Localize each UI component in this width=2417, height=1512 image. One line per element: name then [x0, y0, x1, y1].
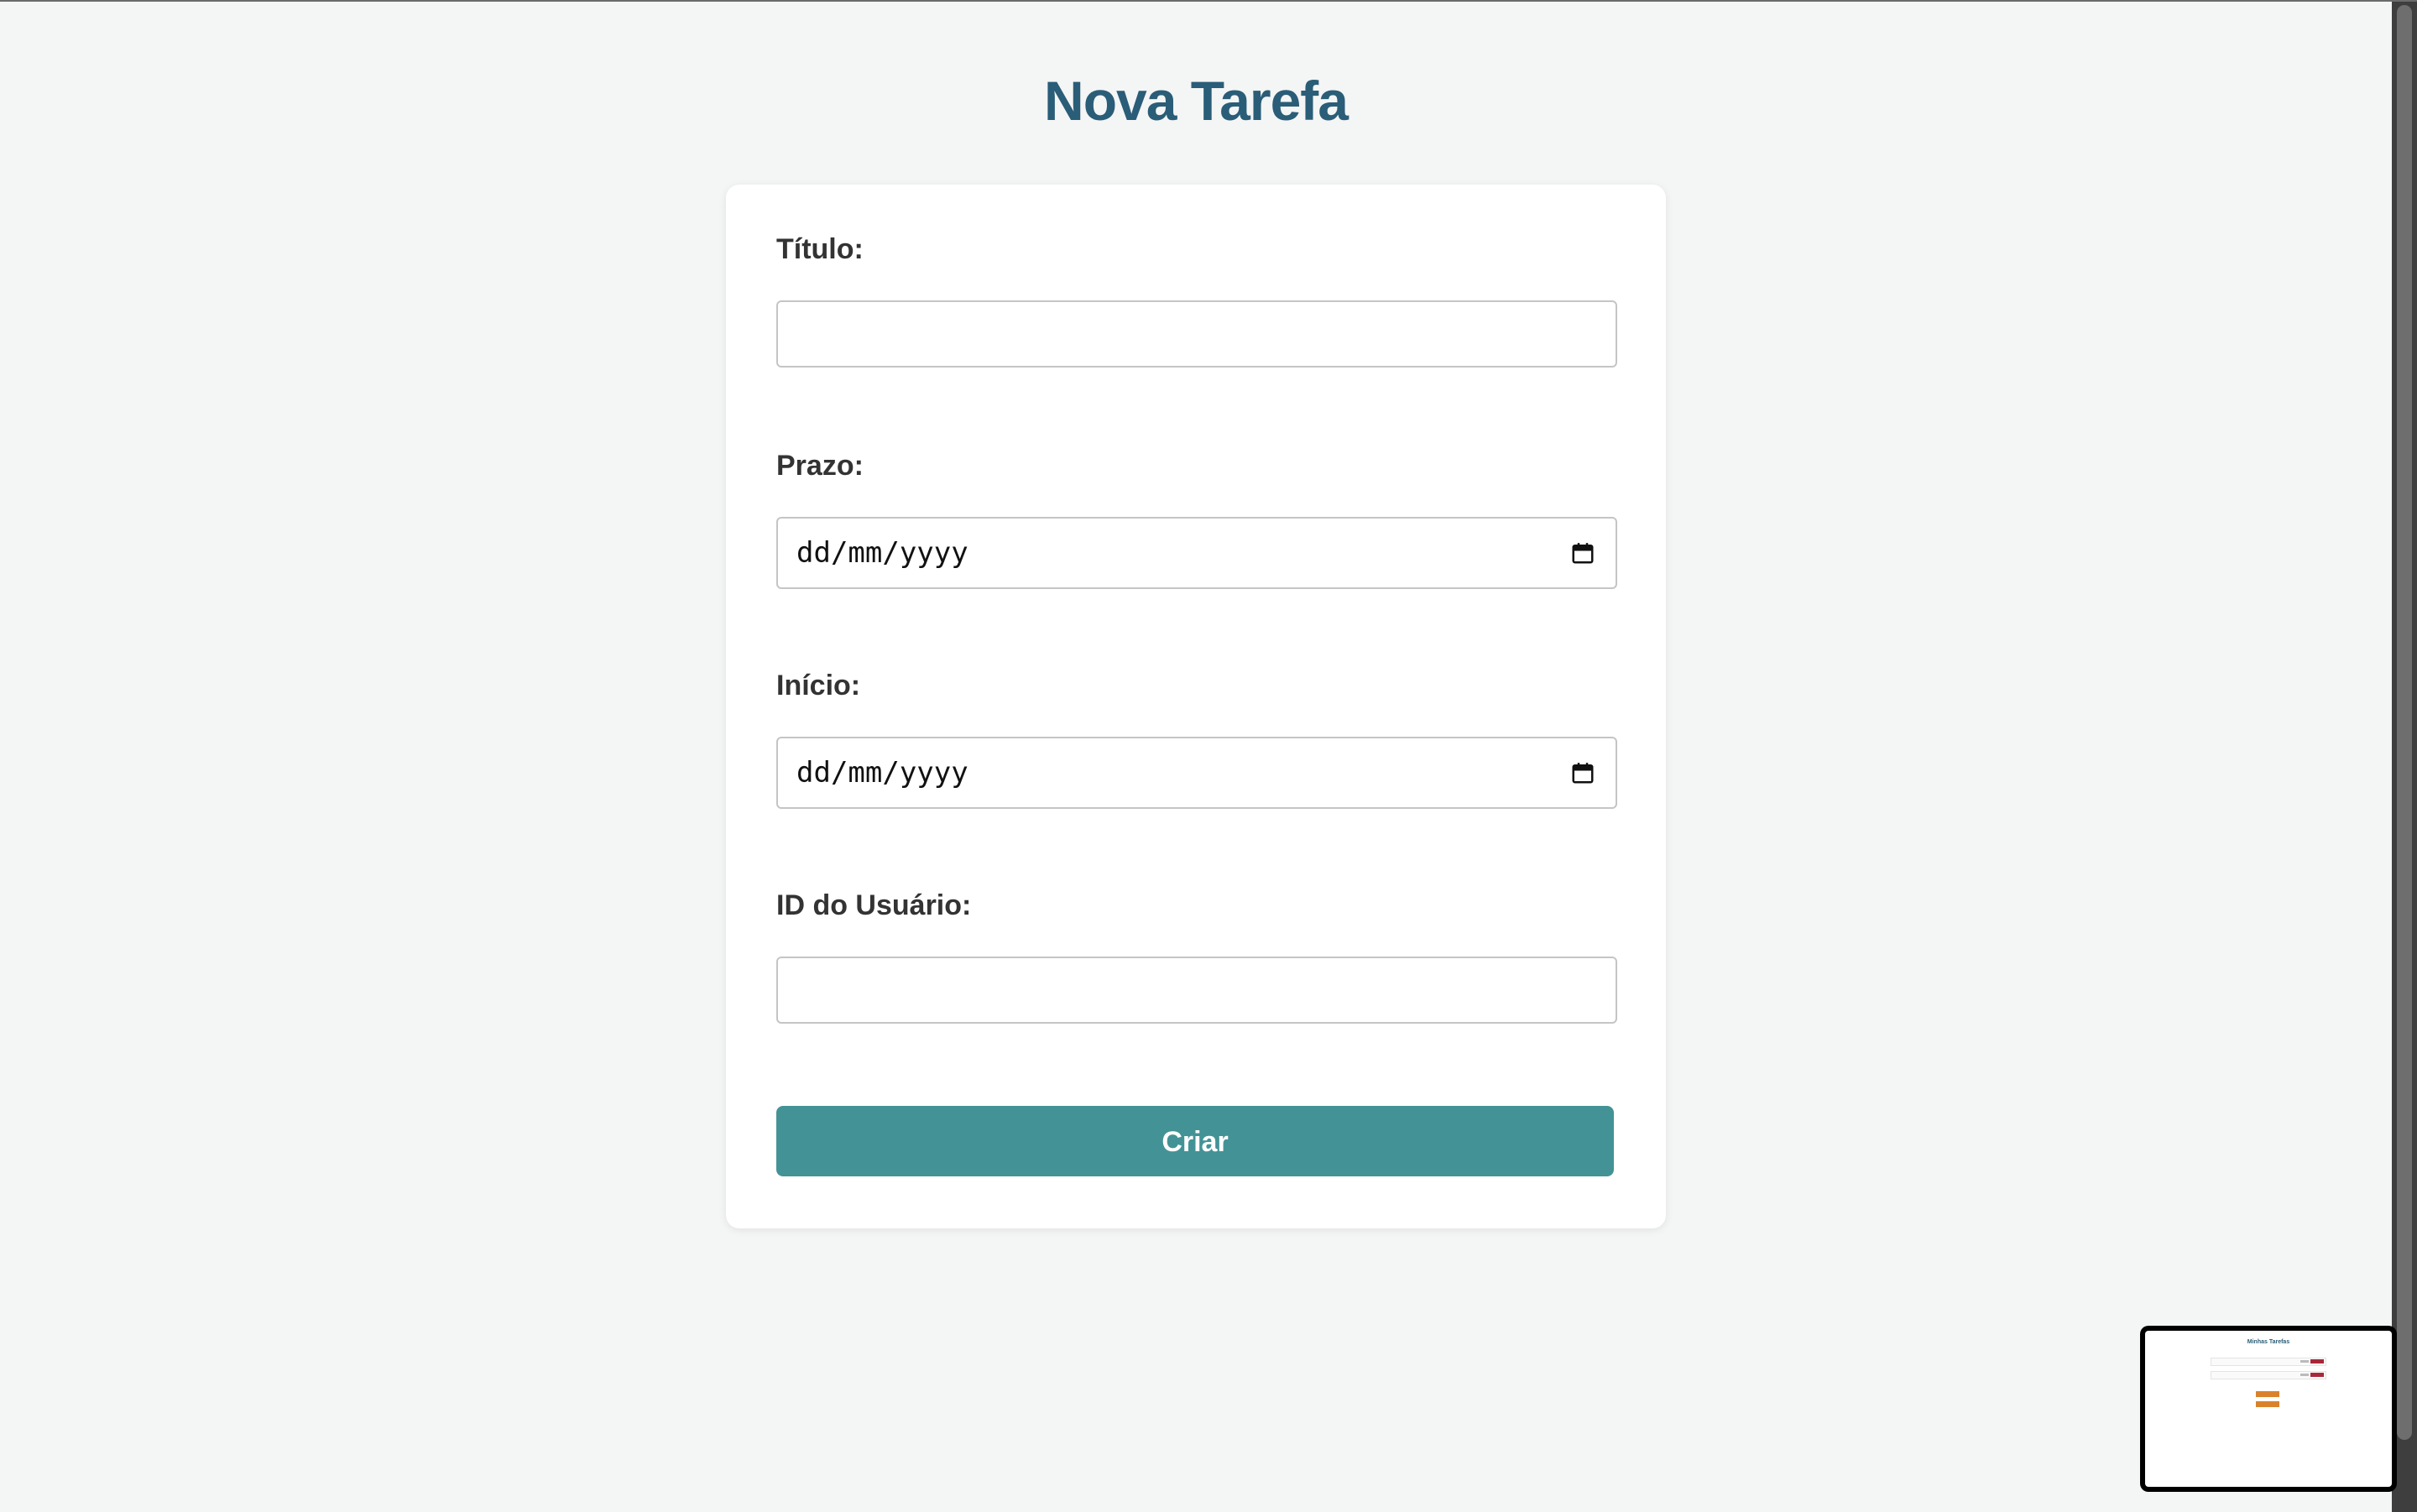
start-date-input[interactable]: dd/mm/yyyy [776, 737, 1617, 809]
preview-title: Minhas Tarefas [2247, 1339, 2290, 1345]
scrollbar[interactable] [2392, 2, 2417, 1512]
user-id-input[interactable] [776, 957, 1617, 1024]
preview-row-meta [2300, 1374, 2309, 1376]
start-date-placeholder: dd/mm/yyyy [796, 756, 968, 790]
preview-task-row [2211, 1371, 2326, 1379]
deadline-date-input[interactable]: dd/mm/yyyy [776, 517, 1617, 589]
create-button[interactable]: Criar [776, 1106, 1614, 1176]
title-label: Título: [776, 233, 864, 265]
page-title: Nova Tarefa [1044, 70, 1349, 132]
user-id-label: ID do Usuário: [776, 889, 972, 921]
preview-delete-button [2310, 1373, 2324, 1377]
deadline-date-placeholder: dd/mm/yyyy [796, 536, 968, 570]
calendar-icon[interactable] [1570, 760, 1595, 785]
scrollbar-thumb[interactable] [2397, 5, 2412, 1440]
title-input[interactable] [776, 300, 1617, 368]
preview-screen: Minhas Tarefas [2145, 1331, 2392, 1487]
deadline-label: Prazo: [776, 450, 864, 482]
task-form: Título: Prazo: dd/mm/yyyy Início: dd/mm/… [726, 185, 1666, 1228]
preview-button [2256, 1401, 2279, 1407]
screen-preview-thumbnail[interactable]: Minhas Tarefas [2140, 1326, 2397, 1492]
preview-button [2256, 1391, 2279, 1397]
preview-task-row [2211, 1358, 2326, 1366]
calendar-icon[interactable] [1570, 540, 1595, 566]
preview-row-meta [2300, 1360, 2309, 1363]
preview-delete-button [2310, 1359, 2324, 1363]
start-label: Início: [776, 670, 861, 701]
